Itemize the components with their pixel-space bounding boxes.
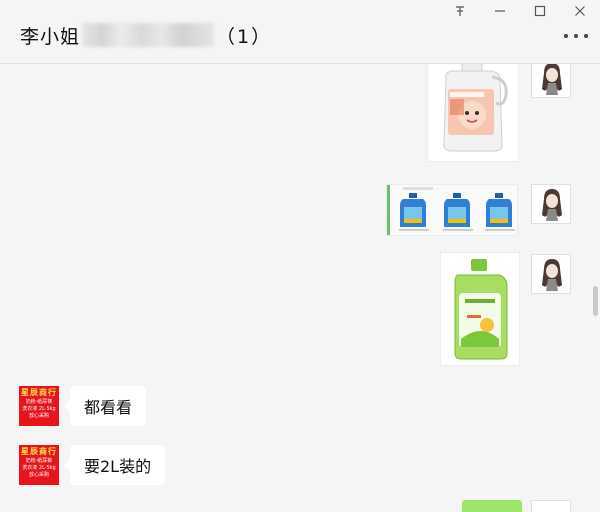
minimize-icon[interactable]	[480, 0, 520, 22]
chat-title: 李小姐 （1）	[20, 22, 272, 48]
contact-name: 李小姐	[20, 25, 81, 48]
girl-avatar-icon	[532, 255, 570, 293]
shop-avatar-line: 洗衣液 2L·5kg	[22, 406, 56, 412]
dot	[584, 34, 588, 38]
girl-avatar-icon	[532, 64, 570, 97]
message-text: 都看看	[84, 398, 133, 417]
shop-avatar-title: 星辰商行	[21, 388, 57, 397]
text-message-bubble[interactable]: 要2L装的	[63, 445, 166, 485]
image-message-blue-bottles[interactable]	[386, 184, 518, 236]
image-message-green-detergent[interactable]	[440, 252, 520, 366]
shop-avatar-line: 放心采购	[28, 472, 49, 478]
pin-icon[interactable]	[440, 0, 480, 22]
message-list[interactable]: 星辰商行 奶粉·纸尿裤 洗衣液 2L·5kg 放心采购 都看看 星辰商行 奶粉·…	[0, 64, 600, 512]
shop-avatar-line: 奶粉·纸尿裤	[25, 458, 53, 464]
message-text: 要2L装的	[84, 457, 152, 476]
avatar-shop[interactable]: 星辰商行 奶粉·纸尿裤 洗衣液 2L·5kg 放心采购	[19, 386, 59, 426]
green-detergent-bottle-image	[441, 253, 519, 365]
shop-avatar-line: 洗衣液 2L·5kg	[22, 465, 56, 471]
shop-avatar-line: 奶粉·纸尿裤	[25, 399, 53, 405]
scrollbar[interactable]	[593, 286, 598, 316]
avatar[interactable]	[531, 64, 571, 98]
self-message-bubble-partial[interactable]	[462, 500, 522, 512]
redacted-name-blur	[82, 23, 215, 47]
close-icon[interactable]	[560, 0, 600, 22]
shop-avatar-line: 放心采购	[28, 413, 49, 419]
dot	[564, 34, 568, 38]
member-count: （1）	[216, 25, 273, 48]
maximize-icon[interactable]	[520, 0, 560, 22]
chat-window: 李小姐 （1） 星辰商行 奶粉·纸尿裤 洗衣液 2L·5kg 放心采购 都看看 …	[0, 0, 600, 512]
ellipsis-icon[interactable]	[564, 28, 588, 44]
three-blue-bottles-image	[387, 185, 517, 235]
avatar[interactable]	[531, 184, 571, 224]
avatar-partial[interactable]	[531, 500, 571, 512]
avatar-shop[interactable]: 星辰商行 奶粉·纸尿裤 洗衣液 2L·5kg 放心采购	[19, 445, 59, 485]
shop-avatar-title: 星辰商行	[21, 447, 57, 456]
girl-avatar-icon	[532, 185, 570, 223]
window-controls	[440, 0, 600, 22]
avatar[interactable]	[531, 254, 571, 294]
baby-detergent-bottle-image	[428, 64, 518, 161]
chat-header: 李小姐 （1）	[0, 0, 600, 64]
dot	[574, 34, 578, 38]
text-message-bubble[interactable]: 都看看	[63, 386, 147, 426]
image-message-baby-detergent[interactable]	[427, 64, 519, 162]
